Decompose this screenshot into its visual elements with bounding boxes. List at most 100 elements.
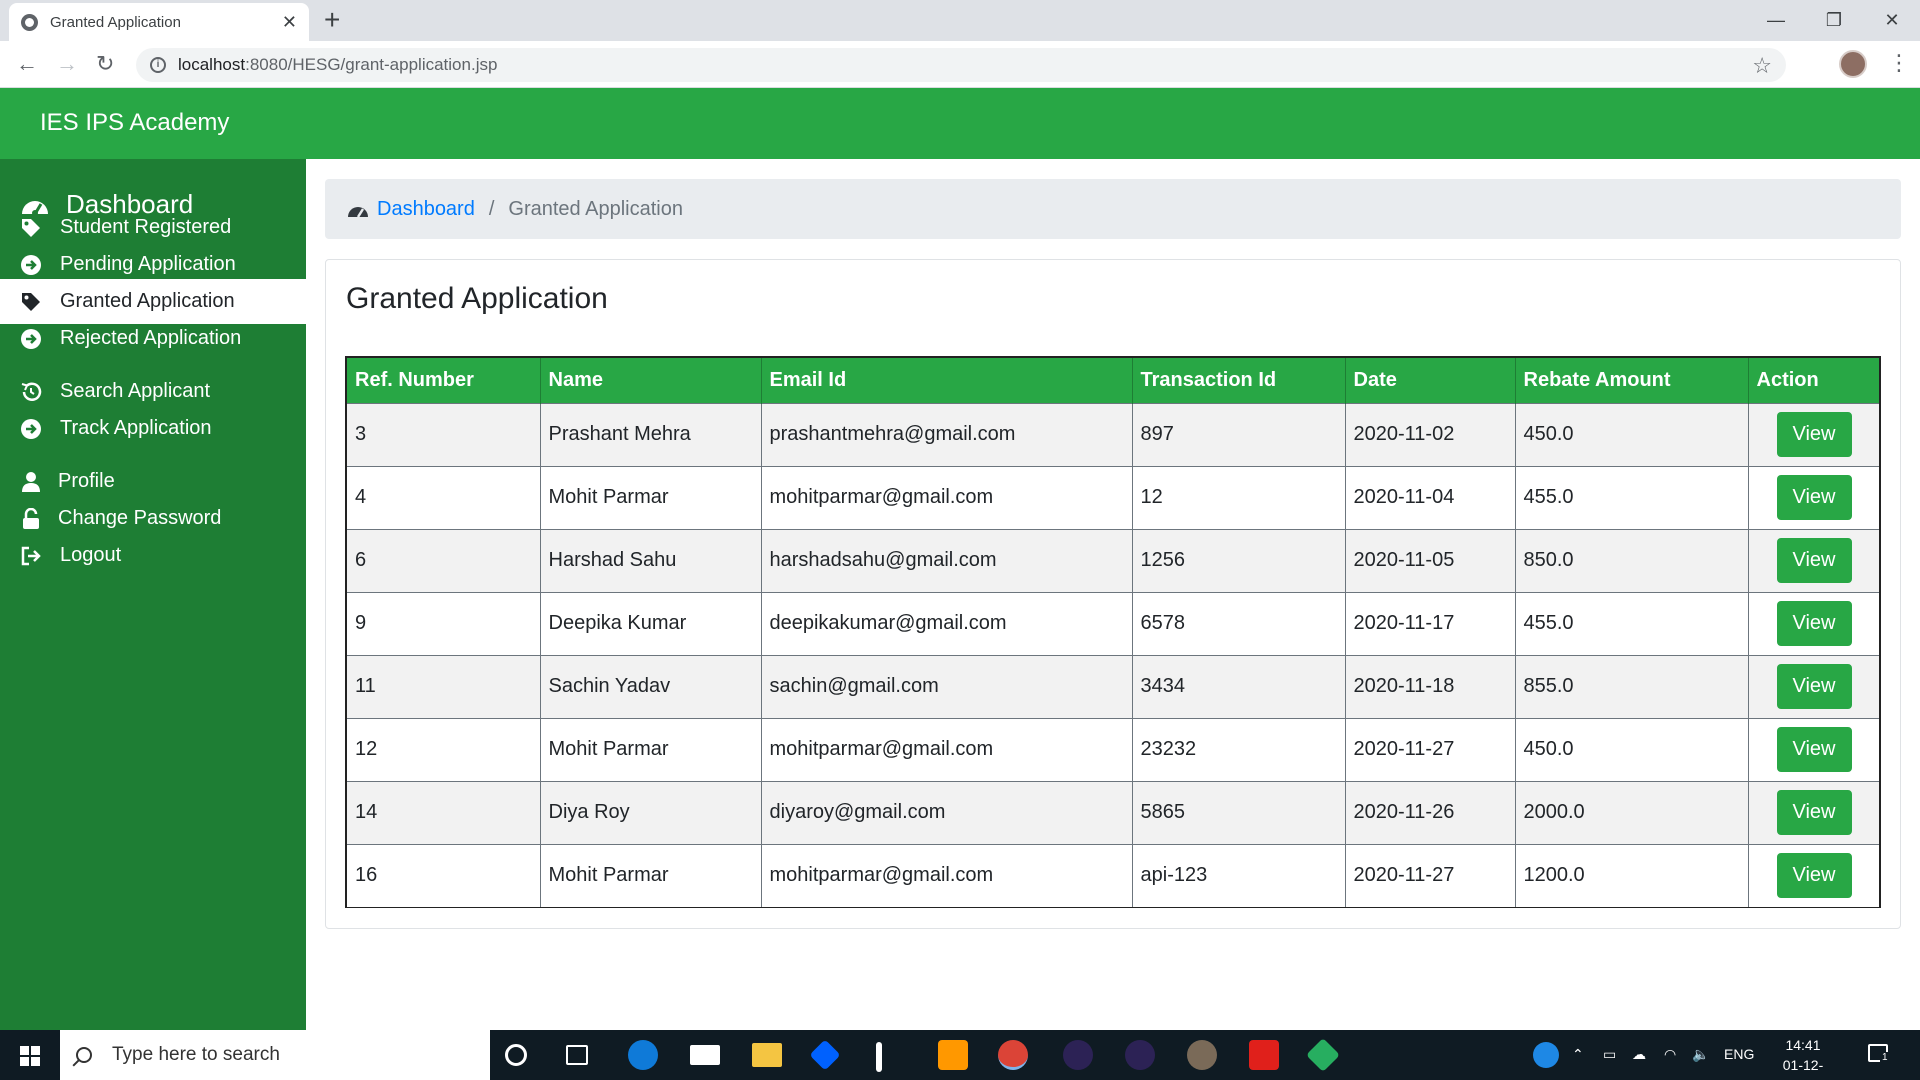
app-header: IES IPS Academy [0, 88, 1920, 159]
sidebar-item-rejected-application[interactable]: Rejected Application [0, 316, 306, 361]
transaction-id-cell: 5865 [1132, 781, 1346, 844]
sidebar-item-label: Change Password [58, 507, 222, 529]
site-info-icon[interactable]: i [150, 57, 166, 73]
table-row: 16 Mohit Parmar mohitparmar@gmail.com api-1… [347, 844, 1879, 907]
taskbar-clock[interactable]: 14:41 01-12-2020 [1768, 1035, 1838, 1080]
cortana-icon[interactable] [505, 1044, 527, 1066]
url-field[interactable]: i localhost:8080/HESG/grant-application.… [136, 48, 1786, 82]
name-cell: Deepika Kumar [540, 592, 762, 655]
column-header: Date [1345, 358, 1516, 403]
column-header: Action [1756, 368, 1819, 391]
view-button[interactable]: View [1776, 412, 1852, 457]
view-button[interactable]: View [1776, 853, 1852, 899]
breadcrumb-dashboard-link[interactable]: Dashboard [377, 198, 475, 221]
eclipse-icon-2[interactable] [1125, 1040, 1155, 1070]
close-window-icon[interactable]: ✕ [1864, 0, 1920, 41]
url-host: localhost [178, 55, 246, 74]
transaction-id-cell: api-123 [1132, 844, 1346, 907]
menu-kebab-icon[interactable]: ⋮ [1888, 49, 1910, 77]
mail-icon[interactable] [690, 1045, 720, 1065]
sidebar-item-track-application[interactable]: Track Application [0, 406, 306, 451]
arrow-circle-right-icon [21, 419, 41, 439]
tag-icon [22, 219, 40, 237]
wifi-icon[interactable]: ◠ [1664, 1046, 1676, 1063]
task-view-icon[interactable] [566, 1045, 588, 1065]
notification-icon[interactable]: 1 [1868, 1044, 1890, 1063]
help-icon[interactable] [1533, 1042, 1559, 1068]
action-cell: View [1748, 655, 1879, 718]
dropbox-icon[interactable] [809, 1039, 841, 1071]
sidebar-item-logout[interactable]: Logout [0, 533, 306, 578]
action-cell: View [1748, 844, 1879, 907]
onedrive-cloud-icon[interactable]: ☁ [1632, 1046, 1646, 1063]
restore-icon[interactable]: ❐ [1806, 0, 1862, 41]
brand-title[interactable]: IES IPS Academy [40, 109, 229, 137]
rebate-amount-cell: 2000.0 [1515, 781, 1749, 844]
minimize-icon[interactable]: — [1748, 0, 1804, 41]
bookmark-star-icon[interactable]: ☆ [1752, 53, 1772, 79]
taskbar-search-box[interactable]: Type here to search [60, 1030, 490, 1080]
transaction-id-cell: 897 [1132, 403, 1346, 466]
battery-icon[interactable]: ▭ [1603, 1046, 1616, 1063]
breadcrumb: Dashboard / Granted Application [325, 179, 1901, 239]
chrome-icon[interactable] [998, 1040, 1028, 1070]
view-button[interactable]: View [1776, 601, 1852, 646]
rebate-amount-cell: 850.0 [1515, 529, 1749, 592]
ref-number-cell: 3 [347, 403, 541, 466]
rebate-amount-cell: 450.0 [1515, 403, 1749, 466]
eclipse-icon[interactable] [1063, 1040, 1093, 1070]
git-app-icon[interactable] [1306, 1038, 1340, 1072]
back-arrow-icon[interactable]: ← [16, 52, 38, 76]
view-button[interactable]: View [1776, 727, 1852, 772]
edge-browser-icon[interactable] [628, 1040, 658, 1070]
sidebar-item-label: Student Registered [60, 216, 232, 238]
table-row: 14 Diya Roy diyaroy@gmail.com 5865 2020-11-2… [347, 781, 1879, 844]
volume-icon[interactable]: 🔈 [1692, 1046, 1709, 1063]
acrobat-reader-icon[interactable] [1249, 1040, 1279, 1070]
new-tab-button[interactable]: + [324, 6, 340, 34]
view-button[interactable]: View [1776, 664, 1852, 709]
close-tab-icon[interactable]: ✕ [282, 12, 297, 33]
email-cell: mohitparmar@gmail.com [761, 844, 1133, 907]
profile-avatar[interactable] [1839, 50, 1867, 78]
settings-gear-app-icon[interactable] [1187, 1040, 1217, 1070]
date-cell: 2020-11-18 [1345, 655, 1516, 718]
browser-tab[interactable]: Granted Application ✕ [9, 3, 309, 41]
sidebar-item-label: Rejected Application [60, 327, 242, 349]
forward-arrow-icon[interactable]: → [56, 52, 78, 76]
tachometer-icon [348, 207, 368, 218]
action-cell: View [1748, 403, 1879, 466]
file-explorer-icon[interactable] [752, 1043, 782, 1067]
view-button[interactable]: View [1776, 790, 1852, 835]
table-row: 11 Sachin Yadav sachin@gmail.com 3434 2020-1… [347, 655, 1879, 718]
ref-number-cell: 6 [347, 529, 541, 592]
sidebar-item-label: Logout [60, 544, 122, 566]
bolt-app-icon[interactable] [876, 1042, 882, 1072]
table-row: 6 Harshad Sahu harshadsahu@gmail.com 1256 20… [347, 529, 1879, 592]
transaction-id-cell: 1256 [1132, 529, 1346, 592]
ref-number-cell: 12 [347, 718, 541, 781]
view-button[interactable]: View [1776, 538, 1852, 583]
reload-icon[interactable]: ↻ [96, 52, 114, 76]
globe-icon [21, 13, 38, 31]
action-cell: View [1748, 718, 1879, 781]
sidebar-item-label: Pending Application [60, 253, 236, 275]
name-cell: Diya Roy [540, 781, 762, 844]
rebate-amount-cell: 855.0 [1515, 655, 1749, 718]
language-indicator[interactable]: ENG [1724, 1046, 1754, 1062]
email-cell: mohitparmar@gmail.com [761, 466, 1133, 529]
email-cell: deepikakumar@gmail.com [761, 592, 1133, 655]
date-cell: 2020-11-26 [1345, 781, 1516, 844]
sublime-text-icon[interactable] [938, 1040, 968, 1070]
action-cell: View [1748, 592, 1879, 655]
browser-tab-strip: Granted Application ✕ + — ❐ ✕ [0, 0, 1920, 41]
table-row: 12 Mohit Parmar mohitparmar@gmail.com 23232… [347, 718, 1879, 781]
chevron-up-icon[interactable]: ⌃ [1572, 1046, 1584, 1063]
transaction-id-cell: 23232 [1132, 718, 1346, 781]
rebate-amount-cell: 455.0 [1515, 466, 1749, 529]
ref-number-cell: 9 [347, 592, 541, 655]
name-cell: Sachin Yadav [540, 655, 762, 718]
view-button[interactable]: View [1776, 475, 1852, 520]
windows-start-icon[interactable] [20, 1046, 40, 1066]
date-cell: 2020-11-02 [1345, 403, 1516, 466]
